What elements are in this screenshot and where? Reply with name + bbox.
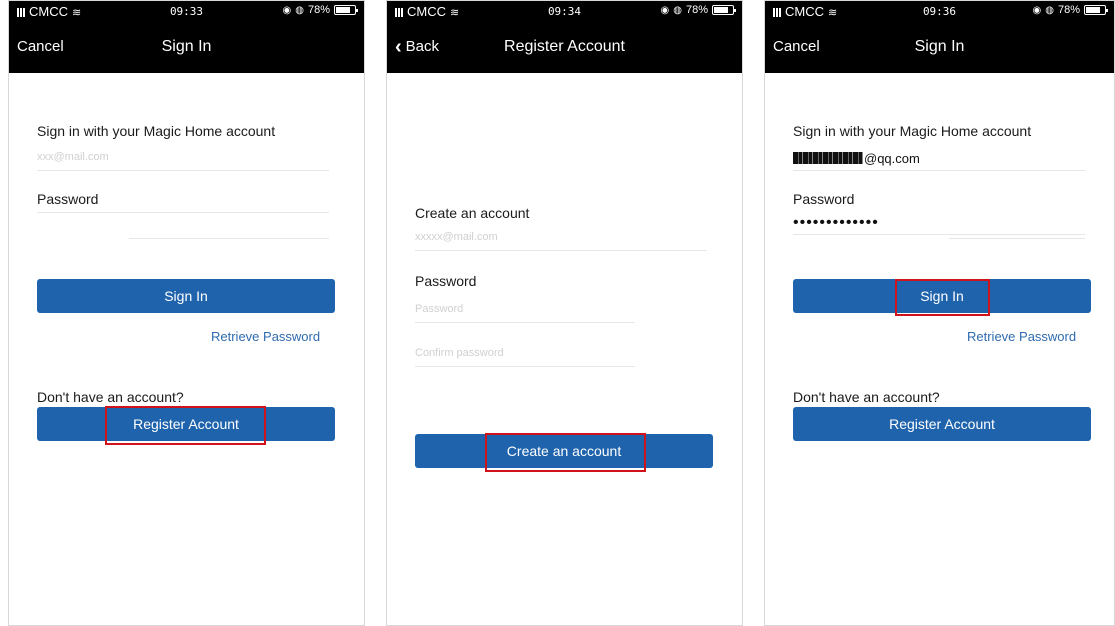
- password-field[interactable]: Password: [415, 299, 635, 323]
- email-field[interactable]: xxxxx@mail.com: [415, 227, 707, 251]
- battery-percent: 78%: [685, 4, 708, 16]
- orientation-lock-icon: ◉: [1032, 4, 1042, 16]
- password-underline: [949, 215, 1085, 239]
- confirm-password-field[interactable]: Confirm password: [415, 343, 635, 367]
- battery-percent: 78%: [307, 4, 330, 16]
- sign-in-heading: Sign in with your Magic Home account: [37, 123, 276, 139]
- battery-icon: [712, 5, 736, 15]
- phone-screen-register: CMCC ≋ 09:34 ◉ ◍ 78% ‹ Back Register Acco…: [386, 0, 743, 626]
- highlight-box: [485, 433, 646, 472]
- sign-in-heading: Sign in with your Magic Home account: [793, 123, 1032, 139]
- email-field[interactable]: @qq.com: [793, 147, 1085, 171]
- page-title: Sign In: [914, 38, 965, 55]
- password-label: Password: [415, 273, 477, 289]
- highlight-box: [895, 279, 990, 316]
- no-account-text: Don't have an account?: [37, 389, 184, 405]
- page-title: Register Account: [504, 38, 625, 55]
- alarm-icon: ◍: [673, 4, 682, 16]
- redacted-email-prefix: [793, 152, 863, 164]
- orientation-lock-icon: ◉: [282, 4, 292, 16]
- status-bar: CMCC ≋ 09:34 ◉ ◍ 78%: [387, 1, 742, 21]
- nav-bar: ‹ Back Register Account: [387, 21, 742, 73]
- no-account-text: Don't have an account?: [793, 389, 940, 405]
- password-value: •••••••••••••: [793, 214, 879, 231]
- alarm-icon: ◍: [1045, 4, 1054, 16]
- nav-bar: Cancel Sign In: [9, 21, 364, 73]
- highlight-box: [105, 406, 266, 445]
- phone-screen-sign-in-filled: CMCC ≋ 09:36 ◉ ◍ 78% Cancel Sign In Sign …: [764, 0, 1115, 626]
- email-field[interactable]: xxx@mail.com: [37, 147, 329, 171]
- phone-screen-sign-in: CMCC ≋ 09:33 ◉ ◍ 78% Cancel Sign In Sign …: [8, 0, 365, 626]
- battery-icon: [334, 5, 358, 15]
- status-bar: CMCC ≋ 09:33 ◉ ◍ 78%: [9, 1, 364, 21]
- nav-bar: Cancel Sign In: [765, 21, 1114, 73]
- create-account-heading: Create an account: [415, 205, 530, 221]
- retrieve-password-link[interactable]: Retrieve Password: [967, 329, 1076, 344]
- page-title: Sign In: [161, 38, 212, 55]
- orientation-lock-icon: ◉: [660, 4, 670, 16]
- retrieve-password-link[interactable]: Retrieve Password: [211, 329, 320, 344]
- battery-percent: 78%: [1057, 4, 1080, 16]
- password-field[interactable]: [37, 189, 329, 213]
- password-label: Password: [793, 191, 855, 207]
- email-value: @qq.com: [864, 151, 920, 166]
- battery-icon: [1084, 5, 1108, 15]
- password-underline: [129, 215, 329, 239]
- alarm-icon: ◍: [295, 4, 304, 16]
- register-account-button[interactable]: Register Account: [793, 407, 1091, 441]
- sign-in-button[interactable]: Sign In: [37, 279, 335, 313]
- status-bar: CMCC ≋ 09:36 ◉ ◍ 78%: [765, 1, 1114, 21]
